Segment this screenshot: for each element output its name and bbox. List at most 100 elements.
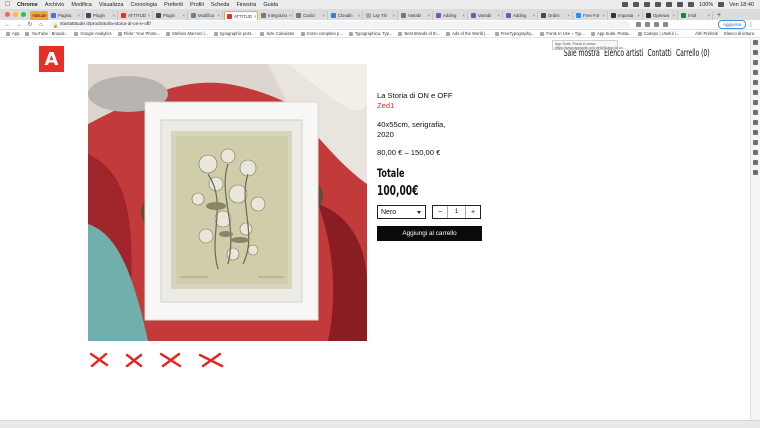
menu-finestra[interactable]: Finestra xyxy=(236,2,256,8)
status-icon[interactable] xyxy=(655,2,662,7)
bookmark-item[interactable]: FreeTypography... xyxy=(494,31,534,36)
back-icon[interactable]: ← xyxy=(5,22,11,28)
browser-tab[interactable]: Openwa × xyxy=(644,11,678,20)
variant-select[interactable]: Nero xyxy=(377,205,426,219)
wifi-icon[interactable] xyxy=(688,2,695,7)
browser-tab[interactable]: Imposta × xyxy=(609,11,643,20)
browser-tab[interactable]: Modifica × xyxy=(189,11,223,20)
quantity-input[interactable]: 1 xyxy=(447,206,466,218)
menu-profili[interactable]: Profili xyxy=(190,2,204,8)
clock[interactable]: Ven 18:40 xyxy=(729,2,754,8)
bluetooth-icon[interactable] xyxy=(677,2,684,7)
extension-icon[interactable] xyxy=(645,22,650,27)
bookmark-item[interactable]: Best Brands of th... xyxy=(398,31,440,36)
url-text[interactable]: startattitude.it/prodotto/la-storia-di-o… xyxy=(60,22,151,27)
sidebar-icon[interactable] xyxy=(753,100,758,105)
bookmark-item[interactable]: Typographica. Typ... xyxy=(348,31,392,36)
status-icon[interactable] xyxy=(633,2,640,7)
bookmark-item[interactable]: Codepo | Useful i... xyxy=(637,31,679,36)
extension-icon[interactable] xyxy=(636,22,641,27)
sidebar-icon[interactable] xyxy=(753,130,758,135)
other-bookmarks[interactable]: Altri Preferiti xyxy=(695,31,718,36)
sidebar-icon[interactable] xyxy=(753,50,758,55)
new-tab-icon[interactable]: + xyxy=(717,12,721,19)
zoom-window-icon[interactable] xyxy=(21,12,26,17)
nav-contatti[interactable]: Contatti xyxy=(648,48,672,59)
extension-icon[interactable] xyxy=(654,22,659,27)
sidebar-icon[interactable] xyxy=(753,70,758,75)
close-tab-icon[interactable]: × xyxy=(567,13,570,18)
browser-tab[interactable]: Pagina × xyxy=(49,11,83,20)
close-tab-icon[interactable]: × xyxy=(217,13,220,18)
close-tab-icon[interactable]: × xyxy=(357,13,360,18)
menu-modifica[interactable]: Modifica xyxy=(71,2,91,8)
close-tab-icon[interactable]: × xyxy=(427,13,430,18)
close-tab-icon[interactable]: × xyxy=(182,13,185,18)
browser-tab[interactable]: Cloudin × xyxy=(329,11,363,20)
apple-icon[interactable]:  xyxy=(5,1,11,8)
home-icon[interactable]: ⌂ xyxy=(38,22,44,28)
close-tab-icon[interactable]: × xyxy=(322,13,325,18)
sidebar-icon[interactable] xyxy=(753,160,758,165)
menu-archivio[interactable]: Archivio xyxy=(45,2,65,8)
status-icon[interactable] xyxy=(666,2,673,7)
sidebar-icon[interactable] xyxy=(753,60,758,65)
browser-tab[interactable]: Integrazio × xyxy=(259,11,293,20)
close-window-icon[interactable] xyxy=(5,12,10,17)
browser-tab[interactable]: Free For × xyxy=(574,11,608,20)
reload-icon[interactable]: ↻ xyxy=(27,21,33,28)
browser-tab[interactable]: Variabi × xyxy=(399,11,433,20)
bookmark-item[interactable]: Corso completo p... xyxy=(300,31,343,36)
browser-tab[interactable]: ATTITUD × xyxy=(224,11,258,20)
sidebar-icon[interactable] xyxy=(753,120,758,125)
menu-chrome[interactable]: Chrome xyxy=(17,2,38,8)
browser-tab[interactable]: Plugin × xyxy=(84,11,118,20)
close-tab-icon[interactable]: × xyxy=(672,13,675,18)
more-menu-icon[interactable]: ⋮ xyxy=(748,21,754,28)
increment-button[interactable]: + xyxy=(466,206,480,218)
bookmark-item[interactable]: Ads of the World |... xyxy=(446,31,489,36)
close-tab-icon[interactable]: × xyxy=(392,13,395,18)
menu-cronologia[interactable]: Cronologia xyxy=(131,2,158,8)
browser-tab[interactable]: Attitude xyxy=(30,11,48,20)
sidebar-icon[interactable] xyxy=(753,80,758,85)
close-tab-icon[interactable]: × xyxy=(148,13,151,18)
browser-tab[interactable]: Plugin × xyxy=(154,11,188,20)
sidebar-icon[interactable] xyxy=(753,40,758,45)
close-tab-icon[interactable]: × xyxy=(289,13,292,18)
sidebar-icon[interactable] xyxy=(753,150,758,155)
browser-tab[interactable]: Codici × xyxy=(294,11,328,20)
browser-tab[interactable]: Adding × xyxy=(504,11,538,20)
close-tab-icon[interactable]: × xyxy=(532,13,535,18)
extension-icon[interactable] xyxy=(663,22,668,27)
bookmark-item[interactable]: Google Analytics xyxy=(74,31,112,36)
sidebar-icon[interactable] xyxy=(753,110,758,115)
product-image[interactable] xyxy=(88,64,367,341)
close-tab-icon[interactable]: × xyxy=(637,13,640,18)
nav-carrello[interactable]: Carrello (0) xyxy=(676,48,710,59)
product-artist-link[interactable]: Zed1 xyxy=(377,101,453,110)
browser-tab[interactable]: Lay Thr × xyxy=(364,11,398,20)
bookmark-item[interactable]: App xyxy=(6,31,19,36)
update-button[interactable]: Aggiorna xyxy=(717,20,746,29)
browser-tab[interactable]: Ordini × xyxy=(539,11,573,20)
browser-tab[interactable]: Adding × xyxy=(434,11,468,20)
menu-guida[interactable]: Guida xyxy=(263,2,278,8)
menu-scheda[interactable]: Scheda xyxy=(211,2,230,8)
browser-tab[interactable]: Variabi × xyxy=(469,11,503,20)
battery-percent[interactable]: 100% xyxy=(699,2,713,8)
browser-tab[interactable]: ATTITUD × xyxy=(119,11,153,20)
add-to-cart-button[interactable]: Aggiungi al carrello xyxy=(377,226,482,241)
sidebar-icon[interactable] xyxy=(753,170,758,175)
site-logo[interactable]: A xyxy=(39,46,64,72)
bookmark-item[interactable]: Stefano Marconi |... xyxy=(165,31,208,36)
menu-preferiti[interactable]: Preferiti xyxy=(164,2,183,8)
bookmark-item[interactable]: typographic post... xyxy=(214,31,254,36)
bookmark-item[interactable]: Size Calculator xyxy=(260,31,295,36)
close-tab-icon[interactable]: × xyxy=(707,13,710,18)
menu-visualizza[interactable]: Visualizza xyxy=(99,2,124,8)
mail-icon[interactable] xyxy=(644,2,651,7)
bookmark-item[interactable]: Flickr: Your Photo... xyxy=(117,31,160,36)
minimize-window-icon[interactable] xyxy=(13,12,18,17)
lock-icon[interactable]: 🔒 xyxy=(53,23,58,28)
